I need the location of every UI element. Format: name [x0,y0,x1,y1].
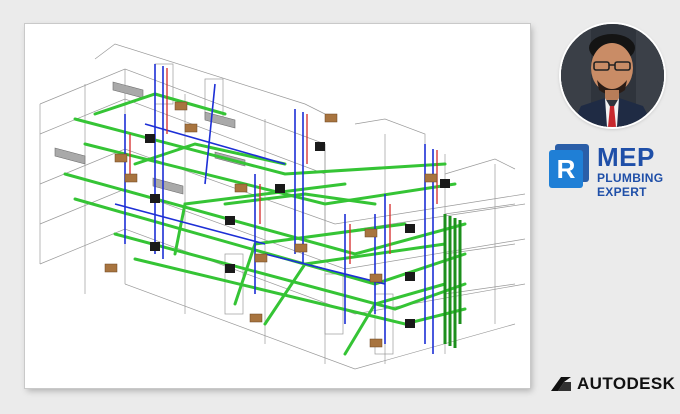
revit-letter: R [549,150,583,188]
revit-logo-icon: R [549,144,589,188]
badge-subtitle-line2: EXPERT [597,185,647,199]
badge-subtitle-line1: PLUMBING [597,171,664,185]
badge-title: MEP [597,142,655,172]
avatar [561,24,664,127]
badge-text: MEP PLUMBING EXPERT [597,144,663,198]
plumbing-model-3d [39,43,526,370]
profile-photo [561,24,664,127]
model-viewport [25,24,530,388]
autodesk-logo-icon [551,377,571,391]
autodesk-wordmark: AUTODESK [577,374,676,393]
autodesk-brand: AUTODESK [550,374,675,394]
mep-badge: R MEP PLUMBING EXPERT [549,144,663,198]
